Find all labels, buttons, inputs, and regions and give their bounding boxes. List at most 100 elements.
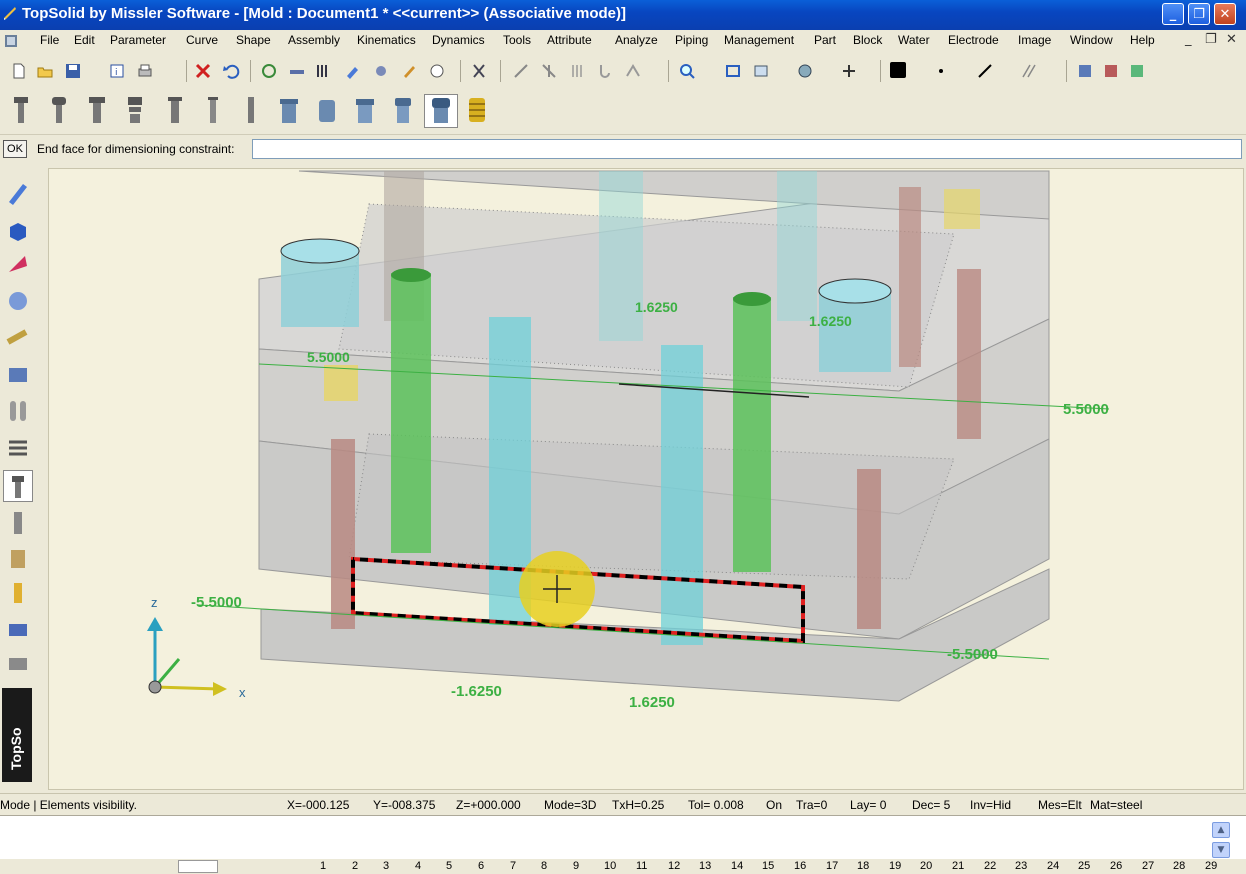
message-area[interactable]: ▲ ▼ — [0, 815, 1246, 860]
cooling-icon[interactable] — [5, 546, 31, 572]
menu-image[interactable]: Image — [1018, 33, 1051, 47]
layer-number[interactable]: 14 — [731, 860, 743, 872]
menu-window[interactable]: Window — [1070, 33, 1113, 47]
dim-label-right[interactable]: 5.5000 — [1063, 401, 1109, 418]
sleeve-icon[interactable] — [238, 94, 264, 126]
grid-tool-icon[interactable] — [568, 62, 586, 80]
menu-management[interactable]: Management — [724, 33, 794, 47]
menu-edit[interactable]: Edit — [74, 33, 95, 47]
layer-number[interactable]: 25 — [1078, 860, 1090, 872]
menu-parameter[interactable]: Parameter — [110, 33, 166, 47]
stop-pin-icon[interactable] — [122, 94, 148, 126]
layer-number[interactable]: 12 — [668, 860, 680, 872]
support-pillar-icon[interactable] — [428, 94, 454, 126]
menu-piping[interactable]: Piping — [675, 33, 708, 47]
print-icon[interactable] — [136, 62, 154, 80]
solid-block-icon[interactable] — [5, 218, 31, 244]
document-icon[interactable] — [3, 33, 19, 49]
brush-icon[interactable] — [400, 62, 418, 80]
zoom-icon[interactable] — [678, 62, 696, 80]
status-mat[interactable]: Mat=steel — [1090, 798, 1142, 812]
layer-number[interactable]: 23 — [1015, 860, 1027, 872]
status-tra[interactable]: Tra=0 — [796, 798, 827, 812]
layer-number[interactable]: 19 — [889, 860, 901, 872]
sketch-pencil-icon[interactable] — [5, 180, 31, 206]
layer-number[interactable]: 13 — [699, 860, 711, 872]
menu-block[interactable]: Block — [853, 33, 882, 47]
menu-part[interactable]: Part — [814, 33, 836, 47]
layer-number[interactable]: 10 — [604, 860, 616, 872]
ok-button[interactable]: OK — [3, 140, 27, 158]
layer-field[interactable] — [178, 860, 218, 873]
properties-icon[interactable]: i — [108, 62, 126, 80]
dowel-pin-icon[interactable] — [162, 94, 188, 126]
dim-label-top-center[interactable]: 1.6250 — [635, 299, 678, 315]
menu-help[interactable]: Help — [1130, 33, 1155, 47]
rotate-view-icon[interactable] — [796, 62, 814, 80]
draft-tool-icon[interactable] — [624, 62, 642, 80]
spring-icon[interactable] — [464, 94, 490, 126]
cut-icon[interactable] — [470, 62, 488, 80]
dim-label-bottom-center[interactable]: 1.6250 — [629, 694, 675, 711]
bushing-icon[interactable] — [276, 94, 302, 126]
status-on[interactable]: On — [766, 798, 782, 812]
doc-close-button[interactable]: ✕ — [1226, 32, 1237, 47]
electrode-icon[interactable] — [5, 580, 31, 606]
menu-tools[interactable]: Tools — [503, 33, 531, 47]
paint-icon[interactable] — [344, 62, 362, 80]
status-mes[interactable]: Mes=Elt — [1038, 798, 1082, 812]
layer-number[interactable]: 20 — [920, 860, 932, 872]
layer-number[interactable]: 18 — [857, 860, 869, 872]
slide-icon[interactable] — [5, 616, 31, 642]
scroll-down-button[interactable]: ▼ — [1212, 842, 1230, 858]
shape-tool-icon[interactable] — [540, 62, 558, 80]
zoom-window-icon[interactable] — [724, 62, 742, 80]
menu-dynamics[interactable]: Dynamics — [432, 33, 485, 47]
dim-label-left[interactable]: -5.5000 — [191, 594, 242, 611]
mold-model-view[interactable]: 5.5000 1.6250 1.6250 5.5000 -5.5000 -5.5… — [49, 169, 1244, 790]
menu-file[interactable]: File — [40, 33, 59, 47]
locating-ring-icon[interactable] — [352, 94, 378, 126]
dim-label-top-right[interactable]: 1.6250 — [809, 313, 852, 329]
layer-number[interactable]: 6 — [478, 860, 484, 872]
status-txh[interactable]: TxH=0.25 — [612, 798, 664, 812]
status-lay[interactable]: Lay= 0 — [850, 798, 886, 812]
plates-icon[interactable] — [5, 436, 31, 462]
tools-icon[interactable] — [372, 62, 390, 80]
layer-number[interactable]: 1 — [320, 860, 326, 872]
line-style-icon[interactable] — [976, 62, 994, 80]
mold-base-icon[interactable] — [5, 362, 31, 388]
save-icon[interactable] — [64, 62, 82, 80]
section-view-icon[interactable] — [840, 62, 858, 80]
prompt-input[interactable] — [252, 139, 1242, 159]
shoulder-screw-icon[interactable] — [84, 94, 110, 126]
3d-viewport[interactable]: 5.5000 1.6250 1.6250 5.5000 -5.5000 -5.5… — [48, 168, 1244, 790]
layer-number[interactable]: 4 — [415, 860, 421, 872]
measure-icon[interactable] — [288, 62, 306, 80]
guide-bushing-icon[interactable] — [314, 94, 340, 126]
doc-minimize-button[interactable]: _ — [1185, 32, 1192, 47]
minimize-button[interactable]: _ — [1162, 3, 1184, 25]
view-icon[interactable] — [752, 62, 770, 80]
menu-analyze[interactable]: Analyze — [615, 33, 658, 47]
menu-curve[interactable]: Curve — [186, 33, 218, 47]
color-swatch-icon[interactable] — [890, 62, 906, 78]
delete-icon[interactable] — [194, 62, 212, 80]
screw-icon[interactable] — [8, 94, 34, 126]
component-screw-icon[interactable] — [5, 474, 31, 500]
hook-tool-icon[interactable] — [596, 62, 614, 80]
ejector-icon[interactable] — [5, 510, 31, 536]
layer-number[interactable]: 8 — [541, 860, 547, 872]
layer-number[interactable]: 21 — [952, 860, 964, 872]
layer-number[interactable]: 2 — [352, 860, 358, 872]
layer-number[interactable]: 28 — [1173, 860, 1185, 872]
layer-number[interactable]: 17 — [826, 860, 838, 872]
layer-number[interactable]: 22 — [984, 860, 996, 872]
ejector-pin-icon[interactable] — [200, 94, 226, 126]
layer-number[interactable]: 3 — [383, 860, 389, 872]
help-book-icon[interactable] — [1128, 62, 1146, 80]
pipe-icon[interactable] — [5, 324, 31, 350]
close-button[interactable]: ✕ — [1214, 3, 1236, 25]
layer-number[interactable]: 24 — [1047, 860, 1059, 872]
layer-number[interactable]: 9 — [573, 860, 579, 872]
